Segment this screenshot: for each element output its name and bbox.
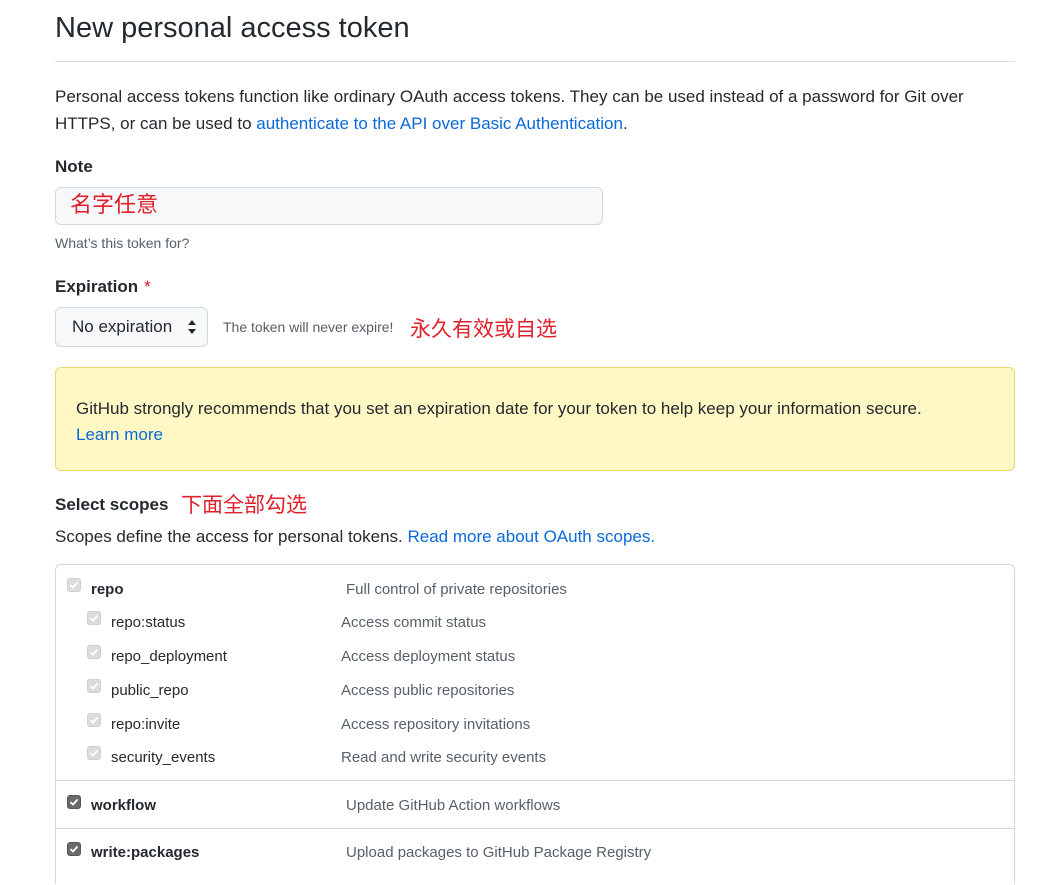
check-icon bbox=[89, 648, 99, 656]
scopes-label: Select scopes bbox=[55, 495, 169, 514]
check-icon bbox=[89, 682, 99, 690]
scope-row-write-packages: write:packages Upload packages to GitHub… bbox=[56, 828, 1014, 885]
title-divider bbox=[55, 61, 1015, 62]
expiration-label: Expiration * bbox=[55, 277, 151, 297]
scope-name: security_events bbox=[111, 749, 216, 766]
required-mark: * bbox=[144, 277, 151, 296]
scope-desc: Full control of private repositories bbox=[346, 581, 567, 598]
scope-desc: Access deployment status bbox=[341, 648, 516, 665]
expiration-select[interactable]: No expiration bbox=[55, 307, 208, 347]
scope-desc: Upload packages to GitHub Package Regist… bbox=[346, 844, 652, 861]
scope-row-workflow: workflow Update GitHub Action workflows bbox=[56, 780, 1014, 828]
scopes-description-text: Scopes define the access for personal to… bbox=[55, 527, 408, 546]
scope-name: workflow bbox=[91, 797, 157, 814]
page-title: New personal access token bbox=[55, 12, 410, 44]
scope-checkbox-write-packages[interactable] bbox=[67, 842, 81, 856]
scope-group-repo: repo Full control of private repositorie… bbox=[56, 565, 1014, 781]
scope-name: write:packages bbox=[91, 844, 200, 861]
scope-name: repo:invite bbox=[111, 716, 181, 733]
check-icon bbox=[69, 845, 79, 853]
scope-name: repo bbox=[91, 581, 124, 598]
check-icon bbox=[89, 716, 99, 724]
expiration-warning-banner: GitHub strongly recommends that you set … bbox=[55, 367, 1015, 471]
scope-checkbox-workflow[interactable] bbox=[67, 795, 81, 809]
scopes-annotation: 下面全部勾选 bbox=[181, 493, 307, 517]
scope-name: repo_deployment bbox=[111, 648, 227, 665]
scope-name: public_repo bbox=[111, 682, 189, 699]
scope-desc: Read and write security events bbox=[341, 749, 547, 766]
note-label: Note bbox=[55, 157, 93, 176]
basic-auth-link[interactable]: authenticate to the API over Basic Authe… bbox=[256, 114, 623, 133]
expiration-label-text: Expiration bbox=[55, 277, 139, 296]
check-icon bbox=[89, 749, 99, 757]
learn-more-link[interactable]: Learn more bbox=[76, 425, 163, 444]
expiration-selected-value: No expiration bbox=[72, 317, 173, 336]
scope-checkbox-repo-invite[interactable] bbox=[87, 713, 101, 727]
scope-name: repo:status bbox=[111, 614, 186, 631]
scope-desc: Update GitHub Action workflows bbox=[346, 797, 561, 814]
scope-checkbox-repo[interactable] bbox=[67, 578, 81, 592]
scope-desc: Access repository invitations bbox=[341, 716, 531, 733]
expiration-annotation: 永久有效或自选 bbox=[410, 317, 557, 341]
scopes-list: repo Full control of private repositorie… bbox=[55, 564, 1015, 884]
expiration-info: The token will never expire! bbox=[223, 319, 394, 335]
scopes-description: Scopes define the access for personal to… bbox=[55, 527, 655, 547]
scope-checkbox-public-repo[interactable] bbox=[87, 679, 101, 693]
select-arrows-icon bbox=[188, 320, 196, 334]
check-icon bbox=[69, 798, 79, 806]
note-hint: What’s this token for? bbox=[55, 235, 190, 251]
intro-paragraph: Personal access tokens function like ord… bbox=[55, 83, 1015, 137]
note-input[interactable]: 名字任意 bbox=[55, 187, 603, 225]
scope-desc: Access public repositories bbox=[341, 682, 515, 699]
scope-checkbox-repo-deployment[interactable] bbox=[87, 645, 101, 659]
scope-checkbox-repo-status[interactable] bbox=[87, 611, 101, 625]
intro-end: . bbox=[622, 114, 628, 133]
check-icon bbox=[69, 581, 79, 589]
scope-desc: Access commit status bbox=[341, 614, 487, 631]
warning-text: GitHub strongly recommends that you set … bbox=[76, 399, 922, 418]
check-icon bbox=[89, 614, 99, 622]
scope-checkbox-security-events[interactable] bbox=[87, 746, 101, 760]
oauth-scopes-link[interactable]: Read more about OAuth scopes. bbox=[407, 527, 655, 546]
